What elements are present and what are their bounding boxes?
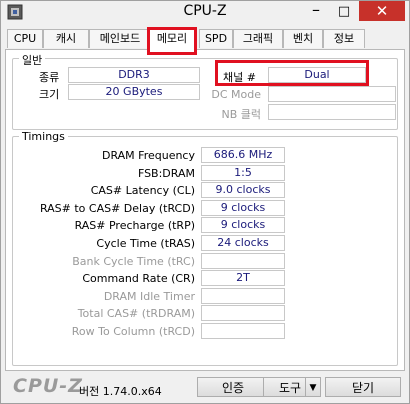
minimize-icon[interactable]: –	[303, 2, 329, 21]
close-button[interactable]: 닫기	[325, 377, 401, 397]
dc-mode-label: DC Mode	[211, 88, 261, 101]
timing-value: 24 clocks	[201, 235, 285, 251]
timings-legend: Timings	[19, 130, 68, 143]
nb-clock-label: NB 클럭	[221, 108, 261, 121]
tab-cache[interactable]: 캐시	[43, 29, 89, 48]
timings-group: Timings DRAM Frequency 686.6 MHz FSB:DRA…	[12, 130, 398, 366]
timing-label: CAS# Latency (CL)	[90, 184, 195, 197]
close-icon[interactable]: ✕	[359, 1, 405, 21]
tab-graphics[interactable]: 그래픽	[233, 29, 283, 48]
tab-about[interactable]: 정보	[323, 29, 365, 48]
timing-value	[201, 288, 285, 304]
tab-mainboard[interactable]: 메인보드	[89, 29, 151, 48]
maximize-icon[interactable]: □	[331, 3, 357, 21]
timing-label: RAS# to CAS# Delay (tRCD)	[39, 202, 195, 215]
timing-value: 9.0 clocks	[201, 182, 285, 198]
version-label: 버전 1.74.0.x64	[79, 385, 162, 398]
tab-cpu[interactable]: CPU	[7, 29, 43, 48]
size-value: 20 GBytes	[68, 84, 200, 100]
type-value: DDR3	[68, 67, 200, 83]
general-group: 일반 종류 DDR3 크기 20 GBytes 채널 # Dual DC Mod…	[12, 52, 398, 130]
timing-label: Command Rate (CR)	[82, 272, 195, 285]
timing-value: 2T	[201, 270, 285, 286]
timing-label: Cycle Time (tRAS)	[96, 237, 195, 250]
channel-label: 채널 #	[223, 71, 256, 84]
timing-label: DRAM Frequency	[101, 149, 195, 162]
general-legend: 일반	[19, 52, 46, 68]
timing-label: Total CAS# (tRDRAM)	[77, 307, 195, 320]
tab-memory[interactable]: 메모리	[147, 27, 197, 55]
timing-label: DRAM Idle Timer	[103, 290, 195, 303]
timing-label: RAS# Precharge (tRP)	[74, 219, 195, 232]
timing-value: 9 clocks	[201, 200, 285, 216]
timing-value	[201, 323, 285, 339]
title-bar[interactable]: CPU-Z – □ ✕	[1, 1, 409, 23]
channel-value: Dual	[268, 67, 366, 83]
timing-label: Row To Column (tRCD)	[71, 325, 195, 338]
type-label: 종류	[39, 71, 60, 84]
timing-value: 1:5	[201, 165, 285, 181]
dc-mode-value	[268, 86, 396, 102]
nb-clock-value	[268, 104, 396, 120]
timing-value: 686.6 MHz	[201, 147, 285, 163]
memory-panel: 일반 종류 DDR3 크기 20 GBytes 채널 # Dual DC Mod…	[5, 49, 405, 371]
timing-label: Bank Cycle Time (tRC)	[72, 255, 195, 268]
size-label: 크기	[39, 88, 60, 101]
cpuz-logo: CPU-Z	[13, 375, 83, 397]
timing-label: FSB:DRAM	[137, 167, 195, 180]
timing-value	[201, 253, 285, 269]
footer-bar: CPU-Z 버전 1.74.0.x64 인증 도구 ▼ 닫기	[1, 371, 409, 403]
timing-value	[201, 305, 285, 321]
tab-spd[interactable]: SPD	[199, 29, 233, 48]
tab-bench[interactable]: 벤치	[283, 29, 323, 48]
tools-dropdown-arrow-icon[interactable]: ▼	[305, 377, 321, 397]
validate-button[interactable]: 인증	[197, 377, 269, 397]
timing-value: 9 clocks	[201, 217, 285, 233]
cpuz-window: CPU-Z – □ ✕ CPU 캐시 메인보드 메모리 SPD 그래픽 벤치 정…	[0, 0, 410, 404]
